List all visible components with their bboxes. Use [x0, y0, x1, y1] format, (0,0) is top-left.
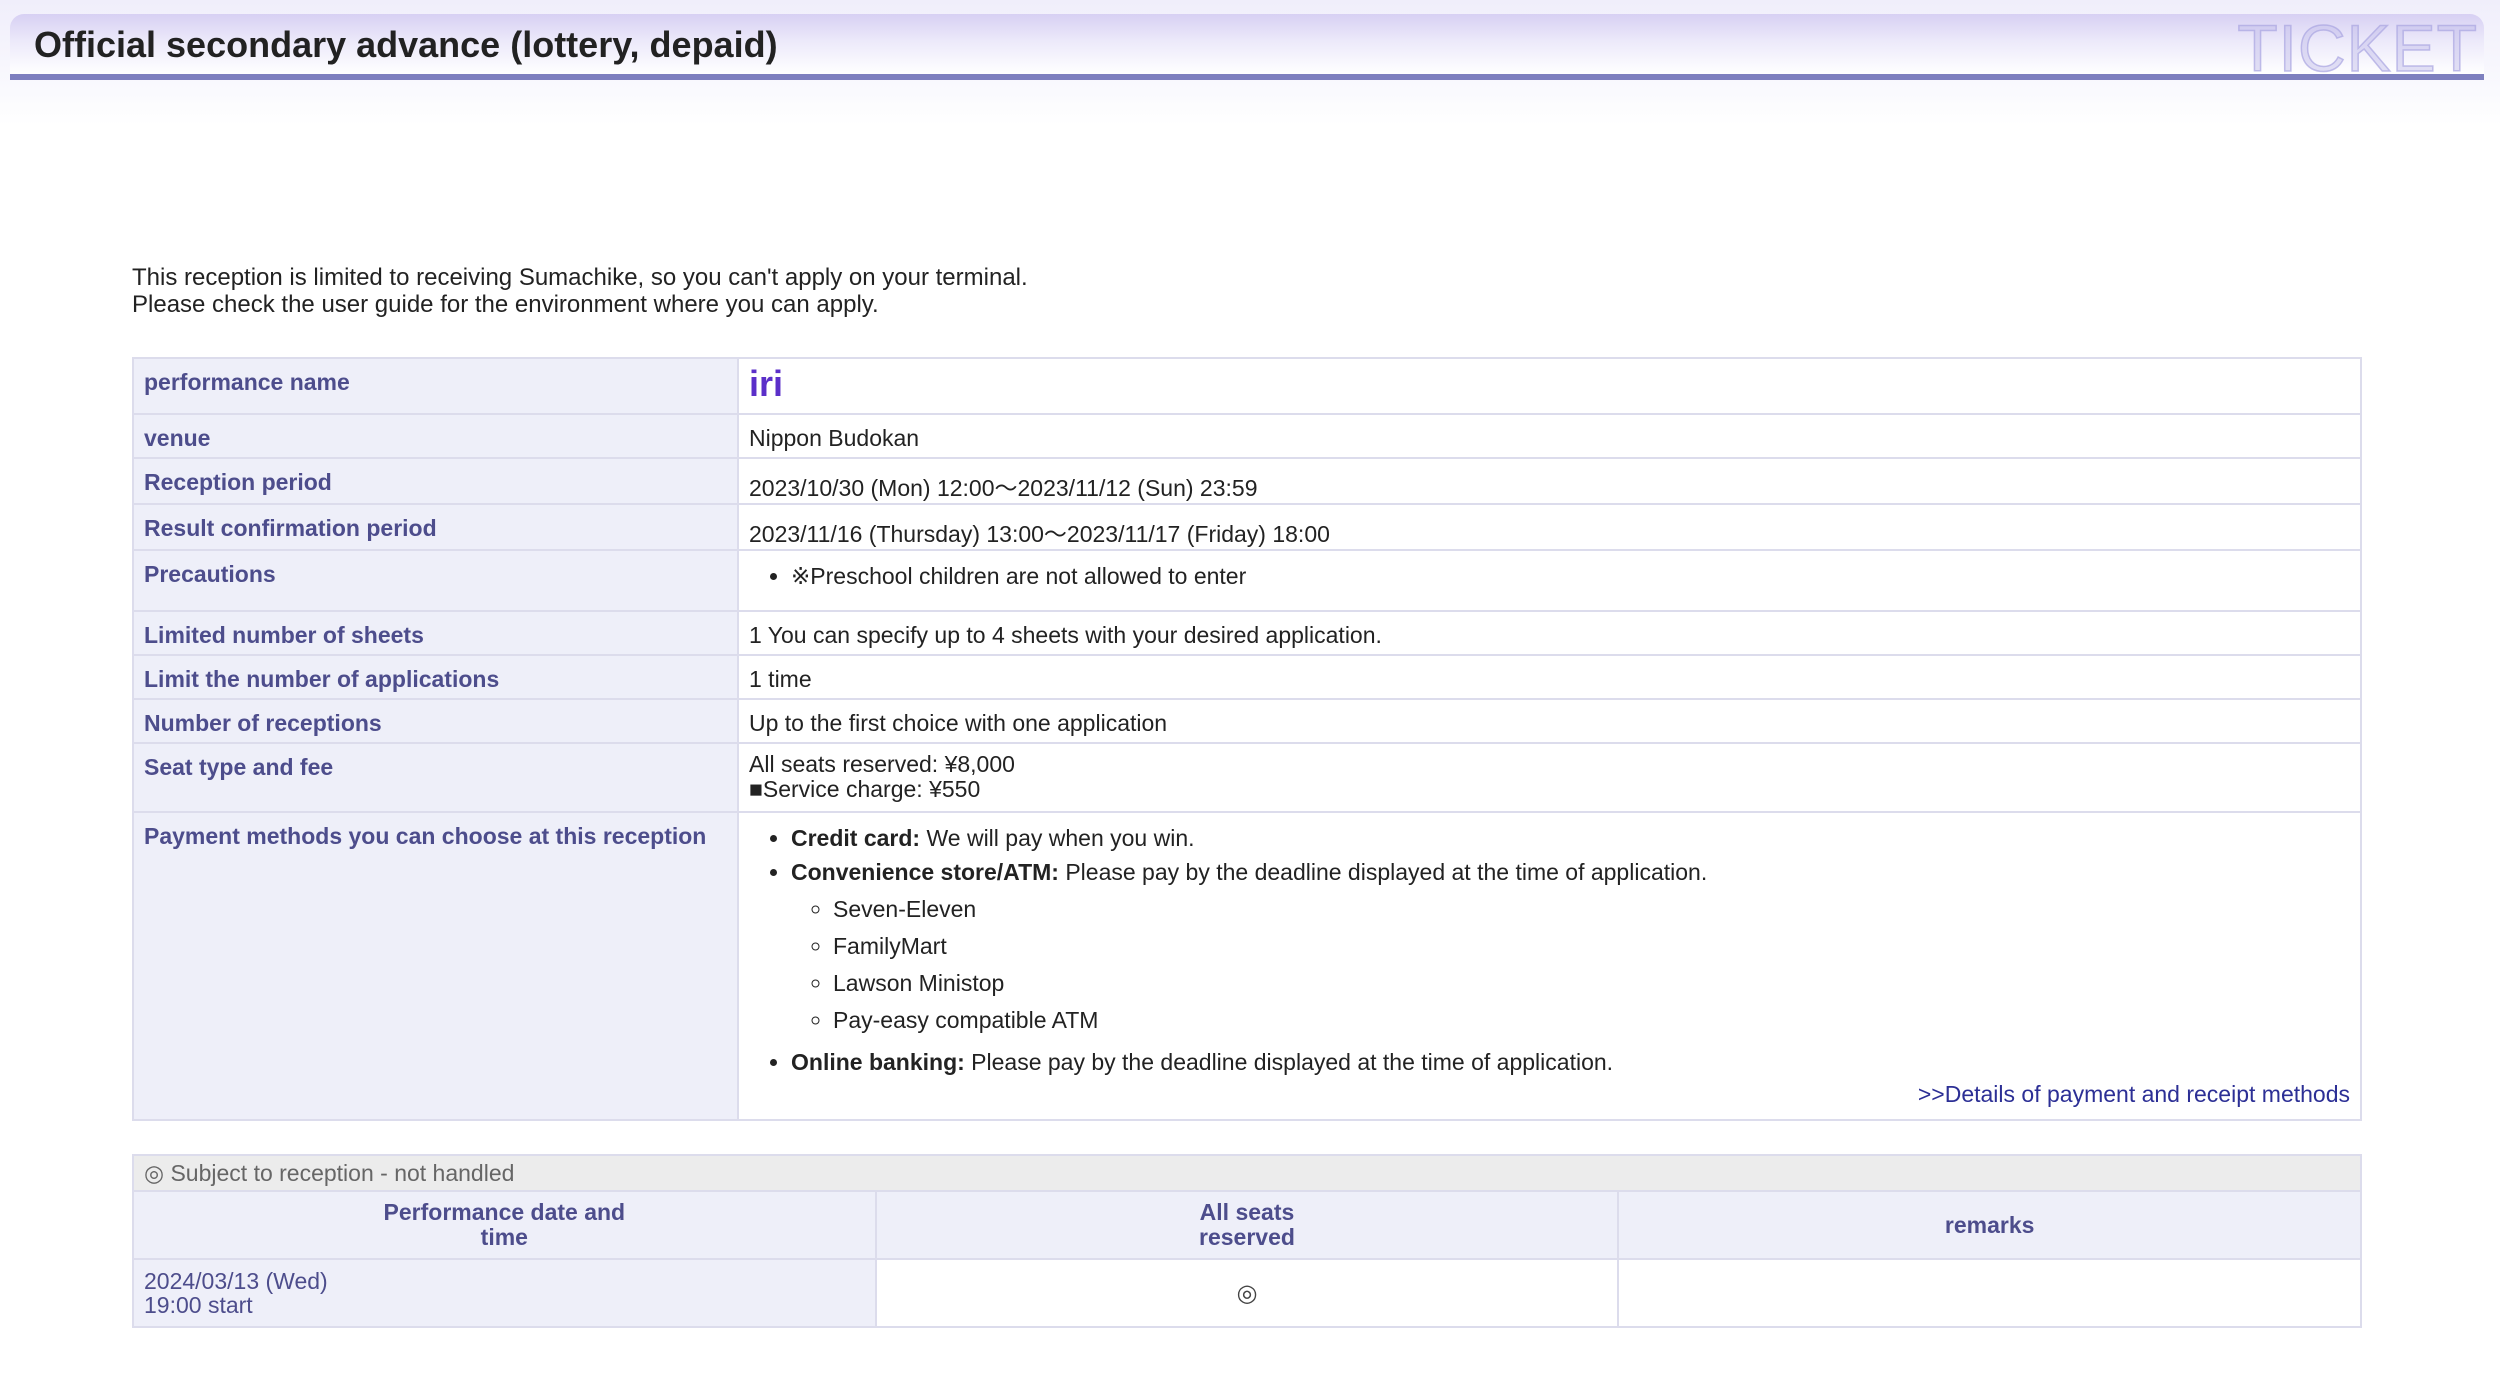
- label-venue: venue: [132, 413, 739, 459]
- label-reception-period: Reception period: [132, 457, 739, 505]
- row-limit-applications: Limit the number of applications 1 time: [132, 654, 2362, 700]
- performance-table: Performance date and time All seats rese…: [132, 1190, 2362, 1328]
- notice-line-1: This reception is limited to receiving S…: [132, 264, 1028, 291]
- store-item: Pay-easy compatible ATM: [833, 1002, 2350, 1039]
- payment-details-link[interactable]: >>Details of payment and receipt methods: [749, 1081, 2350, 1112]
- value-performance-name: iri: [737, 357, 2362, 415]
- reception-info-table: performance name iri venue Nippon Budoka…: [132, 357, 2362, 1121]
- value-number-receptions: Up to the first choice with one applicat…: [737, 698, 2362, 744]
- performance-name: iri: [749, 363, 784, 404]
- row-performance-name: performance name iri: [132, 357, 2362, 415]
- label-seat-fee: Seat type and fee: [132, 742, 739, 813]
- payment-online-banking: Online banking: Please pay by the deadli…: [791, 1045, 2350, 1079]
- convenience-store-list: Seven-Eleven FamilyMart Lawson Ministop …: [791, 891, 2350, 1039]
- label-result-period: Result confirmation period: [132, 503, 739, 551]
- value-limited-sheets: 1 You can specify up to 4 sheets with yo…: [737, 610, 2362, 656]
- row-seat-fee: Seat type and fee All seats reserved: ¥8…: [132, 742, 2362, 813]
- availability-legend: ◎ Subject to reception - not handled: [132, 1154, 2362, 1190]
- performance-date-cell: 2024/03/13 (Wed) 19:00 start: [132, 1258, 877, 1328]
- value-seat-fee: All seats reserved: ¥8,000 ■Service char…: [737, 742, 2362, 813]
- value-reception-period: 2023/10/30 (Mon) 12:00〜2023/11/12 (Sun) …: [737, 457, 2362, 505]
- payment-credit-card: Credit card: We will pay when you win.: [791, 821, 2350, 855]
- header-performance-date: Performance date and time: [132, 1190, 877, 1260]
- label-performance-name: performance name: [132, 357, 739, 415]
- notice-line-2: Please check the user guide for the envi…: [132, 291, 879, 318]
- page-header: Official secondary advance (lottery, dep…: [0, 0, 2500, 125]
- remarks-cell: [1617, 1258, 2362, 1328]
- row-limited-sheets: Limited number of sheets 1 You can speci…: [132, 610, 2362, 656]
- precaution-item: ※Preschool children are not allowed to e…: [791, 559, 2350, 593]
- store-item: Seven-Eleven: [833, 891, 2350, 928]
- row-number-receptions: Number of receptions Up to the first cho…: [132, 698, 2362, 744]
- page-title: Official secondary advance (lottery, dep…: [34, 24, 778, 65]
- precautions-list: ※Preschool children are not allowed to e…: [749, 559, 2350, 593]
- payment-convenience-store: Convenience store/ATM: Please pay by the…: [791, 855, 2350, 1039]
- value-venue: Nippon Budokan: [737, 413, 2362, 459]
- value-payment-methods: Credit card: We will pay when you win. C…: [737, 811, 2362, 1121]
- label-payment-methods: Payment methods you can choose at this r…: [132, 811, 739, 1121]
- performance-schedule: ◎ Subject to reception - not handled Per…: [132, 1154, 2362, 1328]
- row-result-period: Result confirmation period 2023/11/16 (T…: [132, 503, 2362, 551]
- row-precautions: Precautions ※Preschool children are not …: [132, 549, 2362, 612]
- store-item: FamilyMart: [833, 928, 2350, 965]
- seat-fee-line: All seats reserved: ¥8,000: [749, 751, 1015, 777]
- header-remarks: remarks: [1617, 1190, 2362, 1260]
- performance-table-header: Performance date and time All seats rese…: [132, 1190, 2362, 1260]
- header-all-seats-reserved: All seats reserved: [874, 1190, 1620, 1260]
- label-precautions: Precautions: [132, 549, 739, 612]
- value-result-period: 2023/11/16 (Thursday) 13:00〜2023/11/17 (…: [737, 503, 2362, 551]
- label-number-receptions: Number of receptions: [132, 698, 739, 744]
- label-limit-applications: Limit the number of applications: [132, 654, 739, 700]
- row-reception-period: Reception period 2023/10/30 (Mon) 12:00〜…: [132, 457, 2362, 505]
- table-row: 2024/03/13 (Wed) 19:00 start ◎: [132, 1258, 2362, 1328]
- value-precautions: ※Preschool children are not allowed to e…: [737, 549, 2362, 612]
- row-venue: venue Nippon Budokan: [132, 413, 2362, 459]
- row-payment-methods: Payment methods you can choose at this r…: [132, 811, 2362, 1121]
- value-limit-applications: 1 time: [737, 654, 2362, 700]
- service-charge-line: ■Service charge: ¥550: [749, 776, 981, 802]
- label-limited-sheets: Limited number of sheets: [132, 610, 739, 656]
- store-item: Lawson Ministop: [833, 965, 2350, 1002]
- availability-cell[interactable]: ◎: [874, 1258, 1620, 1328]
- payment-methods-list: Credit card: We will pay when you win. C…: [749, 821, 2350, 1079]
- terminal-notice: This reception is limited to receiving S…: [132, 264, 1028, 318]
- ticket-watermark: TICKET: [2237, 10, 2478, 86]
